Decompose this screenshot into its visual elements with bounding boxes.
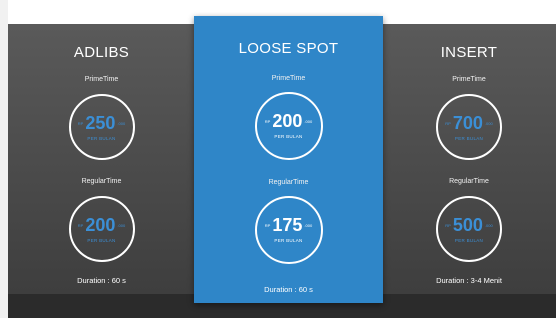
regular-price: RP 175.000 bbox=[264, 215, 313, 235]
card-title: INSERT bbox=[440, 44, 498, 61]
prime-price: RP 700.000 bbox=[445, 113, 493, 133]
per-month-label: PER BULAN bbox=[87, 136, 116, 141]
regular-time-label: RegularTime bbox=[449, 178, 489, 185]
prime-price: RP 200.000 bbox=[264, 111, 313, 131]
prime-price: RP 250.000 bbox=[77, 113, 126, 133]
card-title: ADLIBS bbox=[73, 44, 130, 61]
prime-price-badge: RP 700.000 PER BULAN bbox=[436, 94, 502, 160]
regular-price-badge: RP 175.000 PER BULAN bbox=[254, 196, 323, 264]
prime-price-badge: RP 200.000 PER BULAN bbox=[254, 92, 323, 160]
regular-price: RP 500.000 bbox=[445, 215, 493, 235]
prime-price-badge: RP 250.000 PER BULAN bbox=[68, 94, 135, 160]
prime-time-label: PrimeTime bbox=[452, 76, 486, 83]
prime-time-label: PrimeTime bbox=[84, 76, 119, 83]
regular-time-label: RegularTime bbox=[268, 179, 309, 186]
duration-text: Duration : 60 s bbox=[264, 285, 313, 294]
per-month-label: PER BULAN bbox=[274, 134, 303, 139]
duration-text: Duration : 3-4 Menit bbox=[436, 276, 502, 285]
pricing-card-loose-spot: LOOSE SPOT PrimeTime RP 200.000 PER BULAN… bbox=[194, 16, 383, 303]
per-month-label: PER BULAN bbox=[454, 136, 484, 141]
per-month-label: PER BULAN bbox=[274, 238, 303, 243]
regular-price-badge: RP 500.000 PER BULAN bbox=[436, 196, 502, 262]
pricing-card-insert: INSERT PrimeTime RP 700.000 PER BULAN Reg… bbox=[382, 24, 556, 294]
regular-price: RP 200.000 bbox=[77, 215, 126, 235]
pricing-card-adlibs: ADLIBS PrimeTime RP 250.000 PER BULAN Reg… bbox=[8, 24, 195, 294]
duration-text: Duration : 60 s bbox=[77, 276, 126, 285]
prime-time-label: PrimeTime bbox=[271, 75, 306, 82]
per-month-label: PER BULAN bbox=[87, 238, 116, 243]
regular-price-badge: RP 200.000 PER BULAN bbox=[68, 196, 135, 262]
regular-time-label: RegularTime bbox=[81, 178, 122, 185]
card-title: LOOSE SPOT bbox=[238, 40, 339, 57]
per-month-label: PER BULAN bbox=[454, 238, 484, 243]
